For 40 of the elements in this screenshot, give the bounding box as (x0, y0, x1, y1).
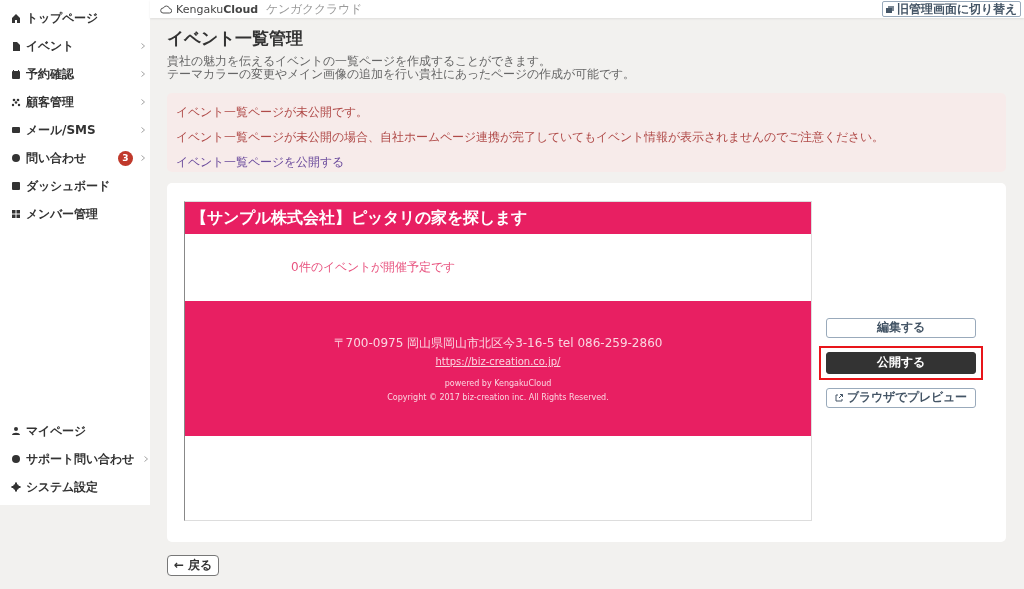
alert-text: イベント一覧ページが未公開の場合、自社ホームページ連携が完了していてもイベント情報が表示されませんのでご注意ください。 (176, 129, 885, 146)
document-icon (11, 41, 21, 51)
publish-link[interactable]: イベント一覧ページを公開する (176, 154, 344, 171)
logo-text: KengakuCloud (176, 2, 259, 16)
page-title: イベント一覧管理 (167, 27, 304, 50)
count-badge: 3 (118, 150, 133, 166)
sidebar-item[interactable]: 問い合わせ 3 (0, 144, 150, 172)
sidebar-item[interactable]: システム設定 (0, 473, 150, 501)
sidebar-item[interactable]: イベント (0, 32, 150, 60)
alert-text: イベント一覧ページが未公開です。 (176, 104, 369, 121)
sidebar-item[interactable]: ダッシュボード (0, 172, 150, 200)
home-icon (11, 13, 21, 23)
settings-icon (11, 482, 21, 492)
powered-by-text: powered by KengakuCloud (444, 379, 552, 388)
description-text: テーマカラーの変更やメイン画像の追加を行い貴社にあったページの作成が可能です。 (167, 68, 636, 81)
person-icon (11, 426, 21, 436)
sidebar-item[interactable]: マイページ (0, 417, 150, 445)
copyright-text: Copyright © 2017 biz-creation inc. All Rights Reserved. (387, 393, 609, 402)
logo-subtitle: ケンガククラウド (266, 0, 363, 18)
browser-preview-button[interactable]: ブラウザでプレビュー (825, 387, 976, 408)
sidebar-item[interactable]: 予約確認 (0, 60, 150, 88)
edit-button[interactable]: 編集する (825, 317, 976, 338)
people-icon (11, 97, 21, 107)
grid-icon (11, 209, 21, 219)
sidebar-item[interactable]: メンバー管理 (0, 200, 150, 228)
sidebar-item[interactable]: メール/SMS (0, 116, 150, 144)
switch-admin-button[interactable]: 旧管理画面に切り替え (882, 1, 1021, 17)
external-link-icon (834, 393, 843, 402)
cloud-icon (160, 4, 172, 14)
description-text: 貴社の魅力を伝えるイベントの一覧ページを作成することができます。 (167, 55, 551, 68)
preview-heading: 【サンプル株式会社】ピッタリの家を探します (185, 202, 811, 234)
calendar-icon (11, 69, 21, 79)
event-count-text: 0件のイベントが開催予定です (291, 259, 455, 276)
sidebar-item[interactable]: サポート問い合わせ (0, 445, 150, 473)
address-text: 〒700-0975 岡山県岡山市北区今3-16-5 tel 086-259-2860 (333, 335, 663, 352)
sidebar-item[interactable]: トップページ (0, 4, 150, 32)
publish-button[interactable]: 公開する (825, 351, 976, 374)
window-icon (886, 5, 894, 13)
back-button[interactable]: ← 戻る (167, 555, 220, 576)
sidebar-item[interactable]: 顧客管理 (0, 88, 150, 116)
